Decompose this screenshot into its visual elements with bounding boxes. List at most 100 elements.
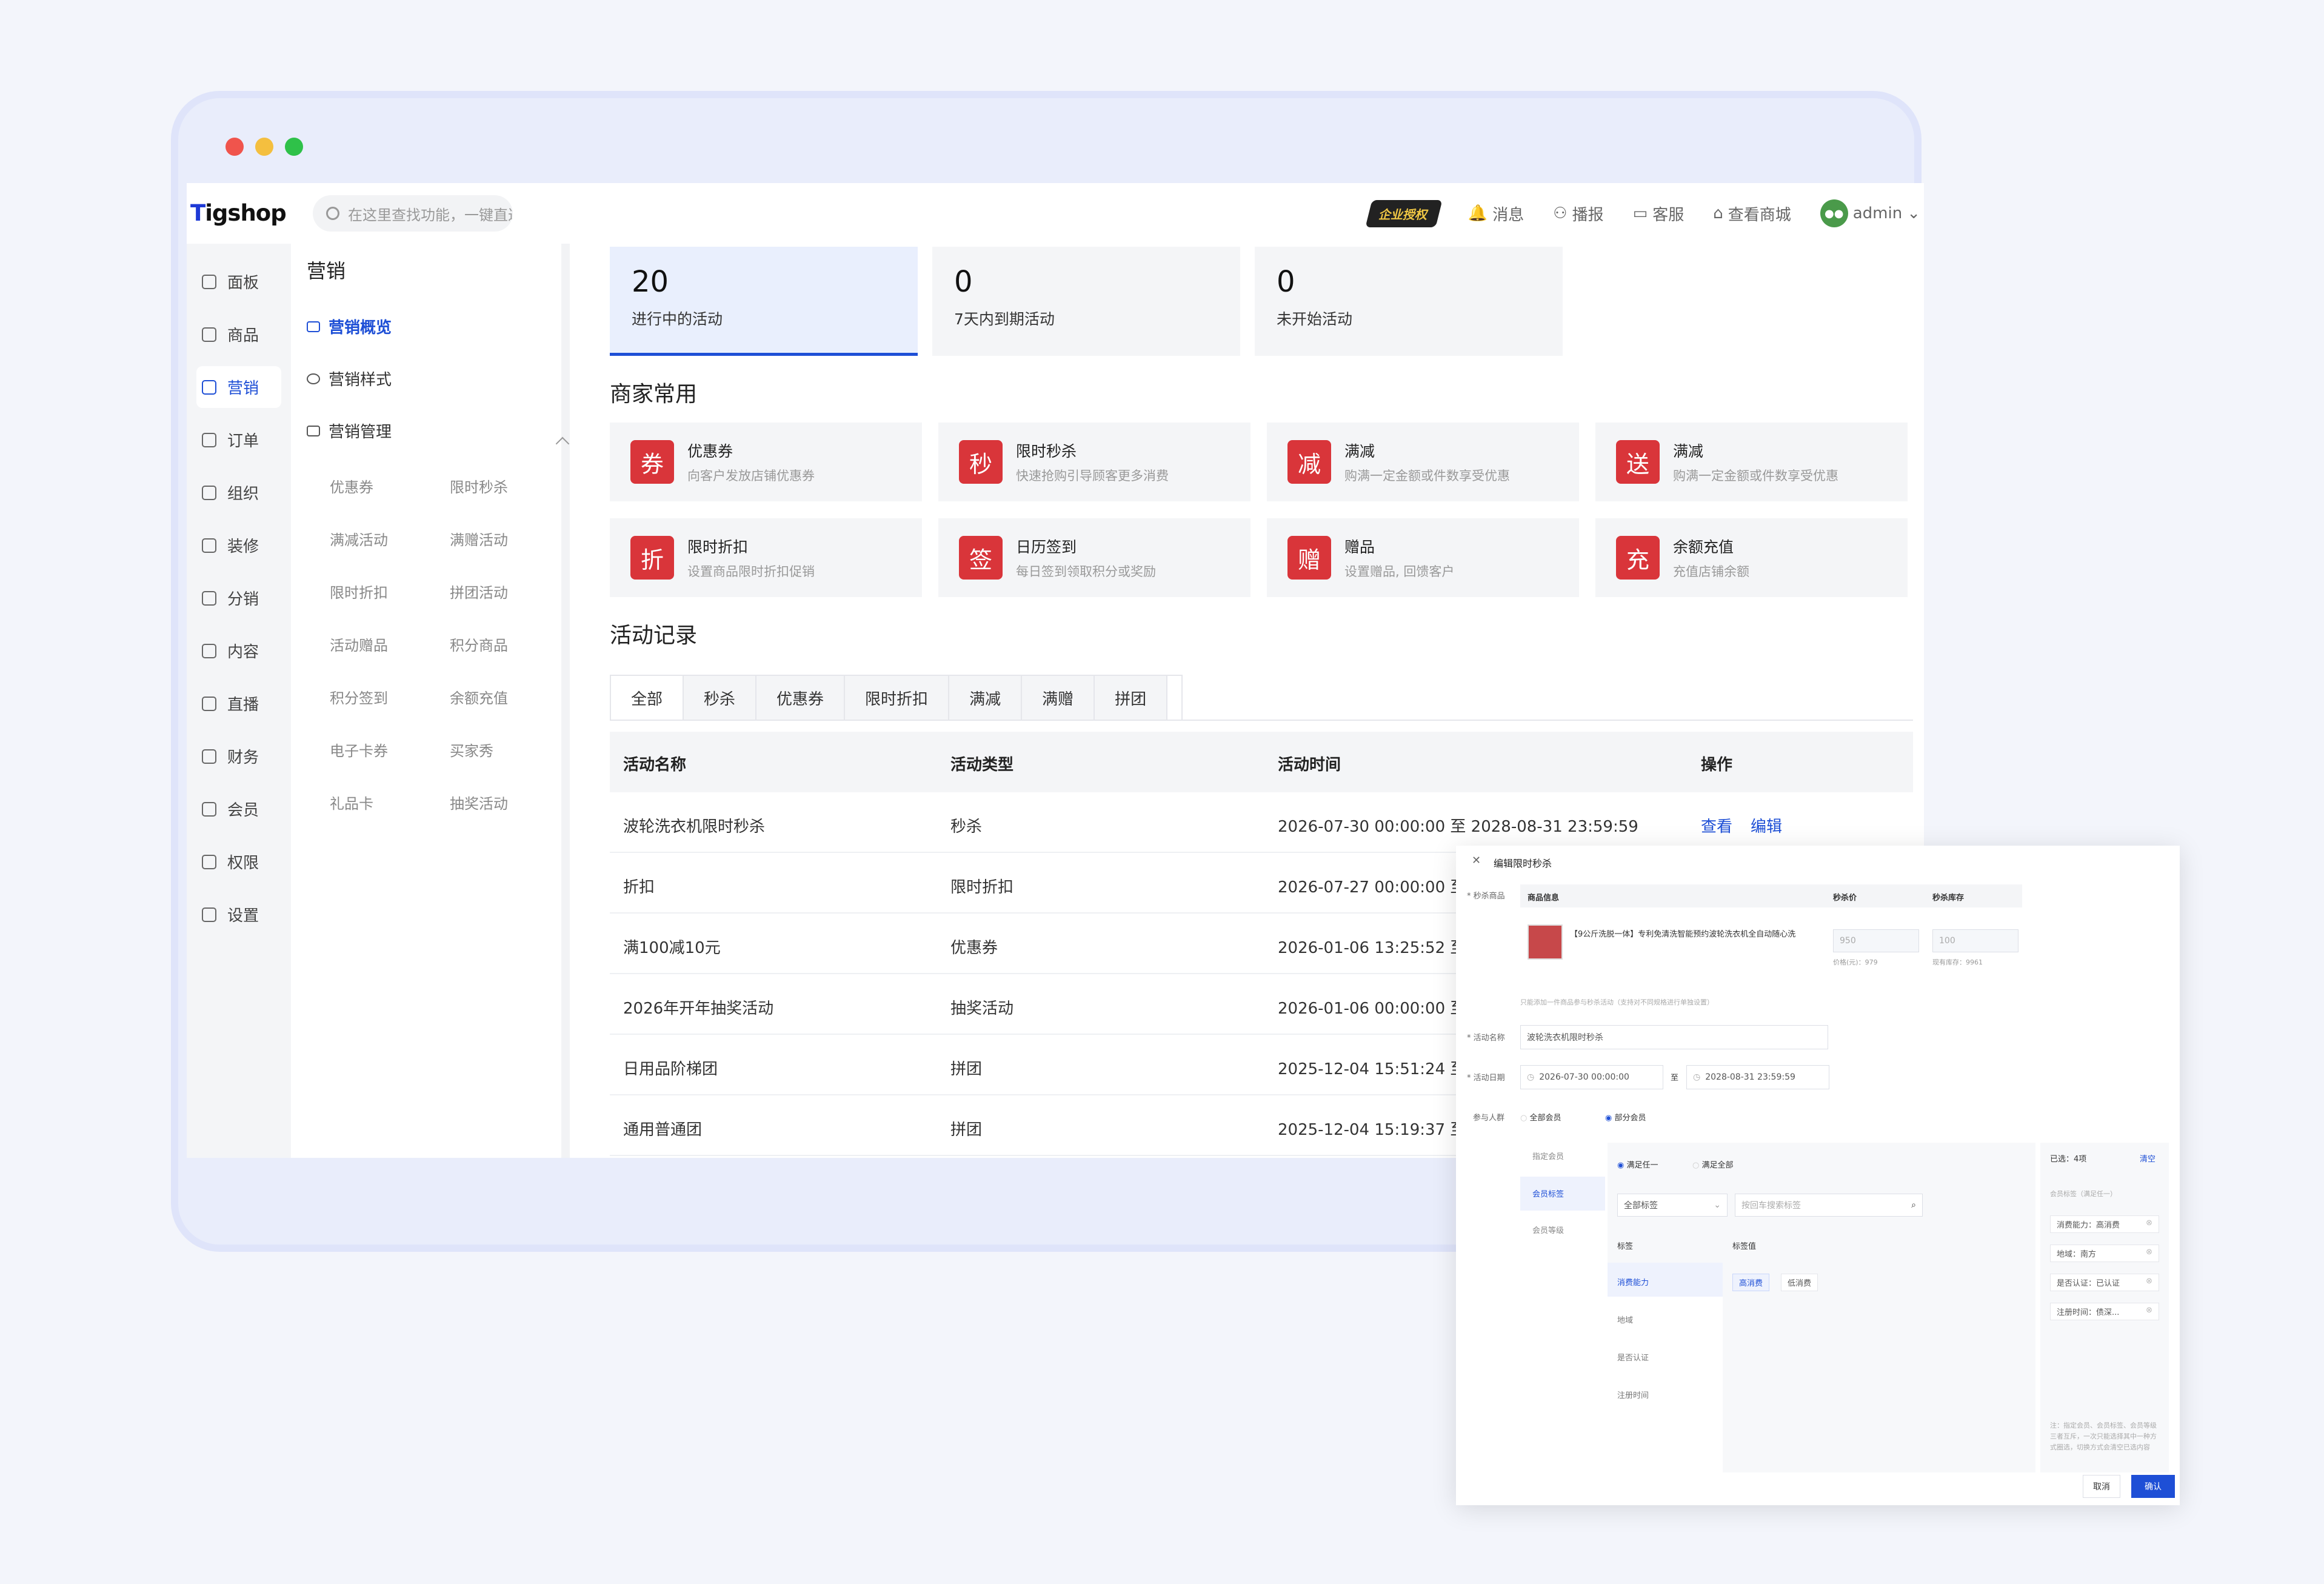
records-tab[interactable]: 拼团 — [1095, 676, 1168, 720]
records-tab[interactable]: 满减 — [949, 676, 1023, 720]
date-start-input[interactable]: ◷ 2026-07-30 00:00:00 — [1520, 1065, 1663, 1089]
service-link[interactable]: ▭ 客服 — [1633, 202, 1685, 225]
maximize-dot[interactable] — [285, 138, 303, 156]
sidebar-item[interactable]: 组织 — [187, 472, 291, 513]
selected-chip-label: 消费能力：高消费 — [2057, 1221, 2120, 1230]
remove-icon[interactable]: ⊗ — [2146, 1218, 2152, 1228]
tab-member-level[interactable]: 会员等级 — [1532, 1224, 1564, 1235]
tag-value-chip[interactable]: 低消费 — [1781, 1274, 1818, 1291]
sidebar-item[interactable]: 内容 — [187, 630, 291, 672]
feature-card[interactable]: 券优惠券 向客户发放店铺优惠券 — [610, 423, 922, 501]
subnav-styles[interactable]: 营销样式 — [307, 367, 392, 390]
match-all-radio[interactable]: ○ 满足全部 — [1692, 1158, 1734, 1170]
flash-stock-input[interactable]: 100 — [1932, 929, 2018, 952]
subnav-subitem[interactable]: 余额充值 — [450, 686, 508, 707]
flash-price-input[interactable]: 950 — [1833, 929, 1919, 952]
shop-link[interactable]: ⌂ 查看商城 — [1713, 202, 1791, 225]
subnav-subitem[interactable]: 限时折扣 — [330, 581, 388, 602]
tag-filter-select[interactable]: 全部标签 ⌄ — [1617, 1194, 1728, 1217]
nav-icon — [202, 379, 216, 395]
remove-icon[interactable]: ⊗ — [2146, 1248, 2152, 1257]
feature-card[interactable]: 折限时折扣 设置商品限时折扣促销 — [610, 518, 922, 597]
edit-link[interactable]: 编辑 — [1751, 814, 1782, 837]
sidebar-item[interactable]: 权限 — [187, 841, 291, 883]
tag-item[interactable]: 地域 — [1617, 1314, 1633, 1325]
close-icon[interactable]: ✕ — [1472, 854, 1481, 867]
selected-chip[interactable]: 是否认证：已认证 ⊗ — [2050, 1274, 2159, 1291]
sidebar-item[interactable]: 营销 — [196, 366, 281, 408]
selected-chip[interactable]: 地域：南方 ⊗ — [2050, 1245, 2159, 1262]
tab-assigned-member[interactable]: 指定会员 — [1532, 1150, 1564, 1161]
cancel-button[interactable]: 取消 — [2083, 1475, 2120, 1498]
sidebar-item[interactable]: 商品 — [187, 313, 291, 355]
subnav-subitem[interactable]: 满赠活动 — [450, 528, 508, 549]
sidebar-item[interactable]: 财务 — [187, 735, 291, 777]
sidebar-item[interactable]: 会员 — [187, 788, 291, 830]
stat-card[interactable]: 0 7天内到期活动 — [932, 247, 1240, 356]
minimize-dot[interactable] — [255, 138, 273, 156]
tab-member-tag[interactable]: 会员标签 — [1532, 1188, 1564, 1199]
confirm-button[interactable]: 确认 — [2131, 1475, 2175, 1498]
tag-search-input[interactable]: 按回车搜索标签 ⌕ — [1735, 1194, 1923, 1217]
view-link[interactable]: 查看 — [1701, 814, 1732, 837]
activity-name-input[interactable]: 波轮洗衣机限时秒杀 — [1520, 1025, 1828, 1049]
records-tab[interactable]: 全部 — [611, 676, 684, 720]
subnav-subitem[interactable]: 电子卡券 — [330, 739, 388, 760]
records-tab[interactable]: 满赠 — [1022, 676, 1095, 720]
sidebar-item[interactable]: 面板 — [187, 261, 291, 302]
records-tab[interactable]: 优惠券 — [756, 676, 846, 720]
tag-item[interactable]: 是否认证 — [1617, 1351, 1649, 1363]
messages-link[interactable]: 🔔 消息 — [1468, 202, 1524, 225]
crowd-all-radio[interactable]: ○ 全部会员 — [1520, 1111, 1561, 1123]
records-tab[interactable]: 秒杀 — [684, 676, 757, 720]
sidebar-item[interactable]: 装修 — [187, 524, 291, 566]
subnav-subitem[interactable]: 买家秀 — [450, 739, 493, 760]
stat-card[interactable]: 20 进行中的活动 — [610, 247, 918, 356]
date-end-input[interactable]: ◷ 2028-08-31 23:59:59 — [1686, 1065, 1829, 1089]
selected-chip-label: 注册时间：债深... — [2057, 1308, 2120, 1317]
subnav-subitem[interactable]: 活动赠品 — [330, 633, 388, 655]
sidebar-item-label: 商品 — [227, 327, 259, 345]
tag-value-chip[interactable]: 高消费 — [1732, 1274, 1770, 1291]
feature-card[interactable]: 充余额充值 充值店铺余额 — [1595, 518, 1908, 597]
tag-item[interactable]: 消费能力 — [1617, 1276, 1649, 1288]
sidebar-item[interactable]: 订单 — [187, 419, 291, 461]
global-search[interactable]: 在这里查找功能，一键直达 — [313, 195, 513, 232]
records-tab[interactable]: 限时折扣 — [845, 676, 950, 720]
selected-chip[interactable]: 注册时间：债深... ⊗ — [2050, 1303, 2159, 1320]
sidebar-item[interactable]: 分销 — [187, 577, 291, 619]
remove-icon[interactable]: ⊗ — [2146, 1277, 2152, 1286]
close-dot[interactable] — [225, 138, 244, 156]
tag-item[interactable]: 注册时间 — [1617, 1389, 1649, 1400]
subnav-subitem[interactable]: 优惠券 — [330, 475, 373, 496]
row-name: 满100减10元 — [623, 939, 721, 957]
broadcast-link[interactable]: ⚇ 播报 — [1553, 202, 1603, 225]
subnav-subitem[interactable]: 抽奖活动 — [450, 792, 508, 813]
feature-card[interactable]: 送满减 购满一定金额或件数享受优惠 — [1595, 423, 1908, 501]
subnav-subitem[interactable]: 积分签到 — [330, 686, 388, 707]
stat-card[interactable]: 0 未开始活动 — [1255, 247, 1563, 356]
crowd-part-radio[interactable]: ◉ 部分会员 — [1605, 1111, 1646, 1123]
feature-card[interactable]: 赠赠品 设置赠品, 回馈客户 — [1267, 518, 1579, 597]
sidebar-item[interactable]: 直播 — [187, 683, 291, 724]
subnav-subitem[interactable]: 礼品卡 — [330, 792, 373, 813]
subnav-subitem[interactable]: 拼团活动 — [450, 581, 508, 602]
feature-card[interactable]: 签日历签到 每日签到领取积分或奖励 — [938, 518, 1250, 597]
row-type: 抽奖活动 — [950, 1000, 1014, 1018]
product-name: 【9公斤洗脱一体】专利免清洗智能预约波轮洗衣机全自动随心洗 — [1570, 930, 1796, 939]
selected-chip[interactable]: 消费能力：高消费 ⊗ — [2050, 1215, 2159, 1233]
remove-icon[interactable]: ⊗ — [2146, 1306, 2152, 1315]
sidebar-item[interactable]: 设置 — [187, 894, 291, 935]
subnav-subitem[interactable]: 积分商品 — [450, 633, 508, 655]
match-any-radio[interactable]: ◉ 满足任一 — [1617, 1158, 1658, 1170]
subnav-overview[interactable]: 营销概览 — [307, 315, 392, 338]
feature-card[interactable]: 减满减 购满一定金额或件数享受优惠 — [1267, 423, 1579, 501]
subnav-subitem[interactable]: 满减活动 — [330, 528, 388, 549]
user-menu[interactable]: ●● admin ⌄ — [1820, 199, 1920, 227]
edit-flash-sale-dialog: ✕ 编辑限时秒杀 * 秒杀商品 商品信息 秒杀价 秒杀库存 【9公斤洗脱一体】专… — [1456, 846, 2180, 1505]
chevron-up-icon[interactable] — [555, 436, 570, 451]
subnav-subitem[interactable]: 限时秒杀 — [450, 475, 508, 496]
subnav-management[interactable]: 营销管理 — [307, 419, 392, 442]
clear-link[interactable]: 清空 — [2140, 1152, 2155, 1164]
feature-card[interactable]: 秒限时秒杀 快速抢购引导顾客更多消费 — [938, 423, 1250, 501]
